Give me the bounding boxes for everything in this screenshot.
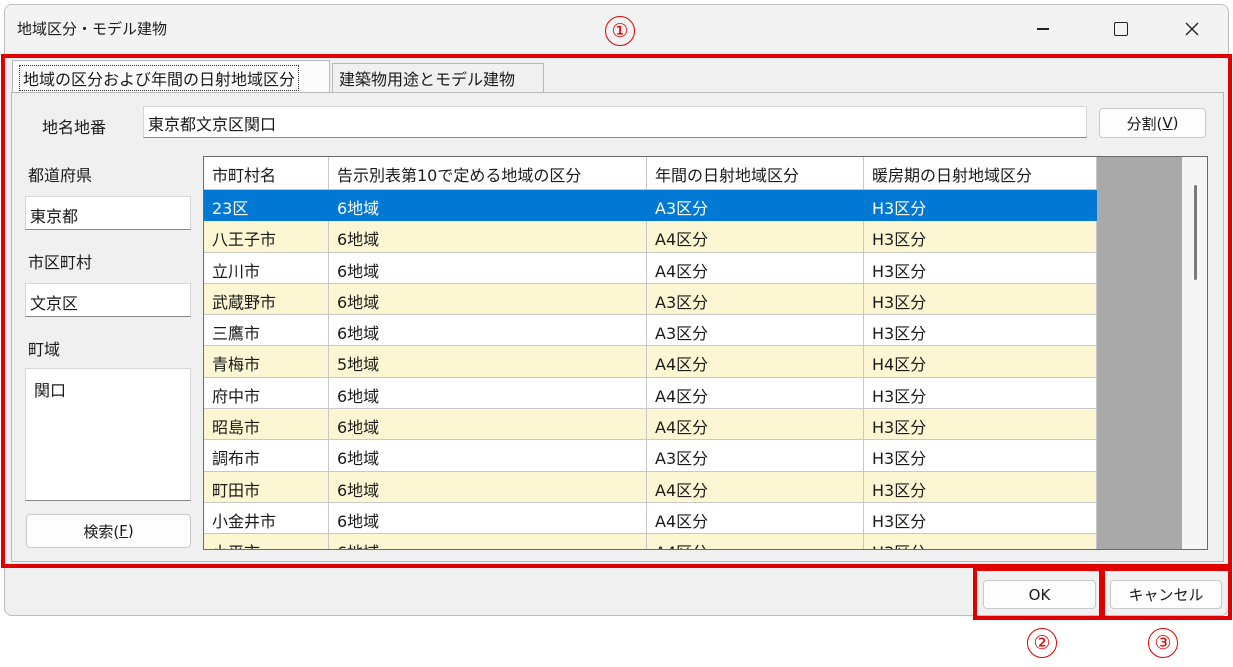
- window-title: 地域区分・モデル建物: [17, 20, 168, 38]
- close-icon: [1185, 22, 1199, 36]
- annotation-marker-2: ②: [1027, 628, 1057, 658]
- annotation-marker-3: ③: [1148, 628, 1178, 658]
- annotation-box-main: [1, 54, 1232, 568]
- maximize-button[interactable]: [1098, 13, 1144, 45]
- minimize-icon: [1037, 28, 1049, 30]
- close-button[interactable]: [1169, 13, 1215, 45]
- maximize-icon: [1114, 22, 1128, 36]
- annotation-box-ok: [973, 567, 1103, 620]
- annotation-marker-1: ①: [605, 16, 635, 46]
- minimize-button[interactable]: [1020, 13, 1066, 45]
- annotation-box-cancel: [1101, 567, 1232, 620]
